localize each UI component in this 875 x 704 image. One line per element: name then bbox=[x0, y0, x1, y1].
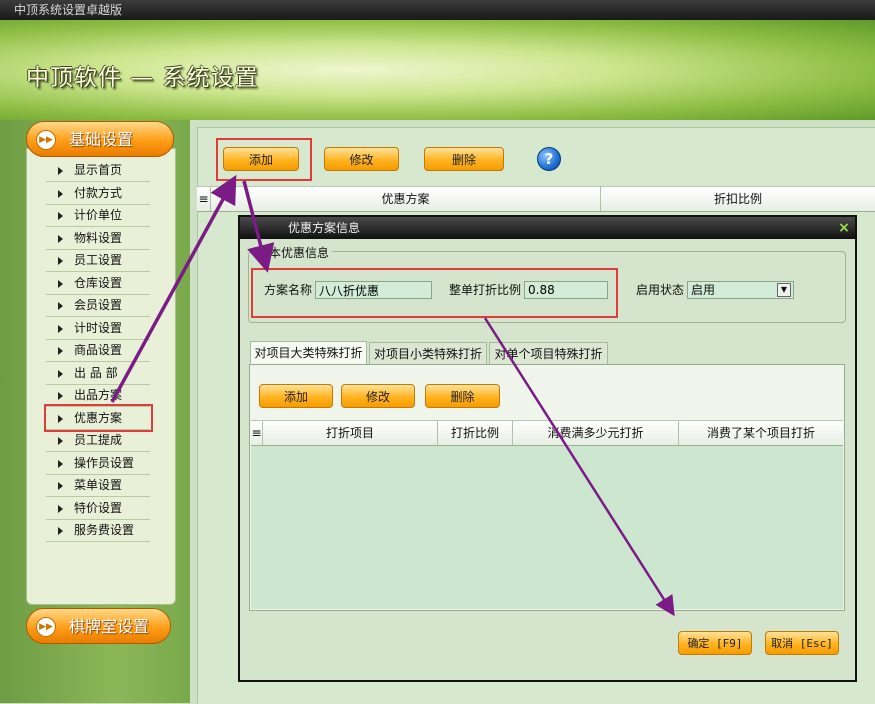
arrow-fields-to-ok bbox=[483, 317, 675, 617]
arrow-sidebar-to-add bbox=[110, 174, 237, 403]
annotation-arrows bbox=[110, 174, 675, 617]
arrow-add-to-fields bbox=[242, 180, 275, 273]
